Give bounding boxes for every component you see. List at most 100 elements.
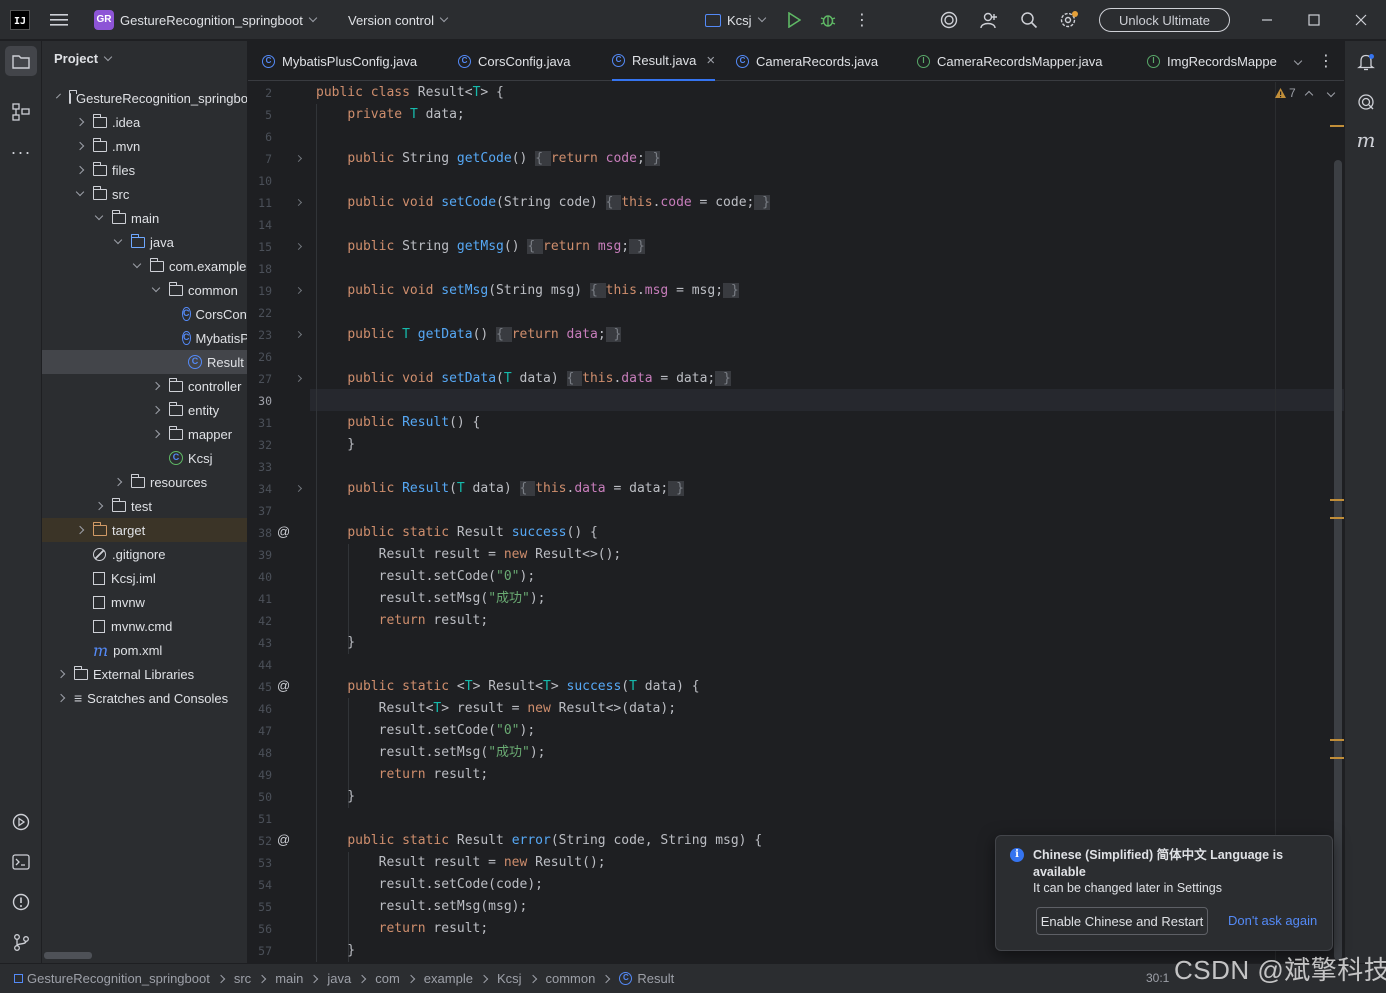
next-highlight-icon[interactable]	[1324, 86, 1338, 100]
chevron-down-icon[interactable]	[56, 93, 61, 99]
tree-item[interactable]: mvnw.cmd	[42, 614, 247, 638]
chevron-right-icon[interactable]	[75, 141, 85, 151]
tree-item[interactable]: entity	[42, 398, 247, 422]
fold-expand-icon[interactable]	[294, 330, 303, 339]
fold-expand-icon[interactable]	[294, 154, 303, 163]
breadcrumb-item[interactable]: java	[327, 971, 351, 986]
warnings-indicator[interactable]: 7	[1274, 86, 1296, 100]
enable-chinese-button[interactable]: Enable Chinese and Restart	[1036, 907, 1208, 935]
close-icon[interactable]	[1351, 10, 1371, 30]
tab-camerarecordsmapper-java[interactable]: I CameraRecordsMapper.java	[917, 41, 1102, 81]
tree-item[interactable]: src	[42, 182, 247, 206]
chevron-right-icon[interactable]	[56, 669, 66, 679]
maximize-icon[interactable]	[1304, 10, 1324, 30]
tab-more-icon[interactable]: ⋮	[1316, 51, 1336, 71]
horizontal-scrollbar[interactable]	[44, 952, 92, 959]
settings-icon[interactable]	[1058, 10, 1080, 30]
problems-icon[interactable]	[8, 889, 34, 915]
chevron-down-icon[interactable]	[151, 283, 161, 293]
run-icon[interactable]	[784, 10, 804, 30]
tree-item[interactable]: C Result	[42, 350, 247, 374]
breadcrumb-item[interactable]: main	[275, 971, 303, 986]
breadcrumb-item[interactable]: com	[375, 971, 400, 986]
breadcrumb-item[interactable]: src	[234, 971, 251, 986]
previous-highlight-icon[interactable]	[1302, 86, 1316, 100]
chevron-right-icon[interactable]	[75, 117, 85, 127]
tree-item[interactable]: .idea	[42, 110, 247, 134]
git-branch-icon[interactable]	[8, 929, 34, 955]
unlock-ultimate-button[interactable]: Unlock Ultimate	[1099, 8, 1230, 32]
structure-icon[interactable]	[8, 99, 34, 125]
tree-item[interactable]: files	[42, 158, 247, 182]
tree-item[interactable]: m pom.xml	[42, 638, 247, 662]
terminal-icon[interactable]	[8, 849, 34, 875]
search-icon[interactable]	[1018, 10, 1040, 30]
breadcrumb-item[interactable]: common	[546, 971, 596, 986]
ai-chat-icon[interactable]	[1353, 89, 1379, 115]
fold-expand-icon[interactable]	[294, 286, 303, 295]
more-actions-icon[interactable]: ⋮	[852, 10, 872, 30]
tree-item[interactable]: common	[42, 278, 247, 302]
chevron-right-icon[interactable]	[113, 477, 123, 487]
tree-item[interactable]: C CorsConfig	[42, 302, 247, 326]
dont-ask-again-link[interactable]: Don't ask again	[1228, 913, 1317, 928]
tree-item[interactable]: C MybatisPlusConfig	[42, 326, 247, 350]
project-tool-icon[interactable]	[5, 46, 37, 76]
fold-expand-icon[interactable]	[294, 374, 303, 383]
services-icon[interactable]	[8, 809, 34, 835]
chevron-down-icon[interactable]	[94, 211, 104, 221]
chevron-right-icon[interactable]	[151, 429, 161, 439]
editor-vertical-scrollbar[interactable]	[1334, 160, 1342, 960]
project-selector[interactable]: GR GestureRecognition_springboot	[94, 0, 318, 40]
tree-item[interactable]: com.example	[42, 254, 247, 278]
close-tab-icon[interactable]: ×	[706, 52, 715, 69]
tab-result-java[interactable]: C Result.java ×	[612, 41, 716, 81]
tree-item[interactable]: controller	[42, 374, 247, 398]
tab-list-chevron-icon[interactable]	[1288, 51, 1308, 71]
tree-item[interactable]: .gitignore	[42, 542, 247, 566]
chevron-down-icon[interactable]	[75, 187, 85, 197]
project-panel-header[interactable]: Project	[54, 51, 113, 66]
tree-item[interactable]: mvnw	[42, 590, 247, 614]
override-marker-icon[interactable]: @	[277, 832, 290, 847]
ai-assistant-icon[interactable]	[938, 10, 960, 30]
chevron-right-icon[interactable]	[75, 165, 85, 175]
intellij-logo-icon[interactable]: IJ	[10, 10, 30, 30]
fold-expand-icon[interactable]	[294, 198, 303, 207]
debug-icon[interactable]	[818, 10, 838, 30]
code-editor[interactable]: 7 public class Result<T> { private T dat…	[310, 82, 1344, 962]
tree-item[interactable]: main	[42, 206, 247, 230]
chevron-down-icon[interactable]	[132, 259, 142, 269]
breadcrumb-item[interactable]: Kcsj	[497, 971, 522, 986]
tab-camerarecords-java[interactable]: C CameraRecords.java	[736, 41, 878, 81]
tree-item[interactable]: test	[42, 494, 247, 518]
tree-item[interactable]: GestureRecognition_springboot	[42, 86, 247, 110]
override-marker-icon[interactable]: @	[277, 678, 290, 693]
version-control-menu[interactable]: Version control	[348, 0, 449, 40]
chevron-down-icon[interactable]	[113, 235, 123, 245]
main-menu-icon[interactable]	[48, 10, 70, 30]
breadcrumb-item[interactable]: Result	[637, 971, 674, 986]
tree-item[interactable]: ≡ Scratches and Consoles	[42, 686, 247, 710]
more-tools-icon[interactable]: ···	[8, 139, 34, 165]
fold-expand-icon[interactable]	[294, 242, 303, 251]
breadcrumb-item[interactable]: example	[424, 971, 473, 986]
tab-imgrecordsmappe[interactable]: I ImgRecordsMappe	[1147, 41, 1277, 81]
tab-mybatisplusconfig-java[interactable]: C MybatisPlusConfig.java	[262, 41, 417, 81]
chevron-right-icon[interactable]	[94, 501, 104, 511]
maven-icon[interactable]: m	[1353, 127, 1379, 153]
run-config-selector[interactable]: Kcsj	[705, 0, 766, 40]
tree-item[interactable]: target	[42, 518, 247, 542]
caret-position[interactable]: 30:1	[1146, 971, 1169, 985]
tab-corsconfig-java[interactable]: C CorsConfig.java	[458, 41, 571, 81]
chevron-right-icon[interactable]	[56, 693, 66, 703]
override-marker-icon[interactable]: @	[277, 524, 290, 539]
add-user-icon[interactable]	[978, 10, 1000, 30]
minimize-icon[interactable]	[1257, 10, 1277, 30]
fold-expand-icon[interactable]	[294, 484, 303, 493]
notifications-icon[interactable]	[1353, 49, 1379, 75]
tree-item[interactable]: Kcsj.iml	[42, 566, 247, 590]
chevron-right-icon[interactable]	[151, 405, 161, 415]
breadcrumb-item[interactable]: GestureRecognition_springboot	[27, 971, 210, 986]
tree-item[interactable]: mapper	[42, 422, 247, 446]
